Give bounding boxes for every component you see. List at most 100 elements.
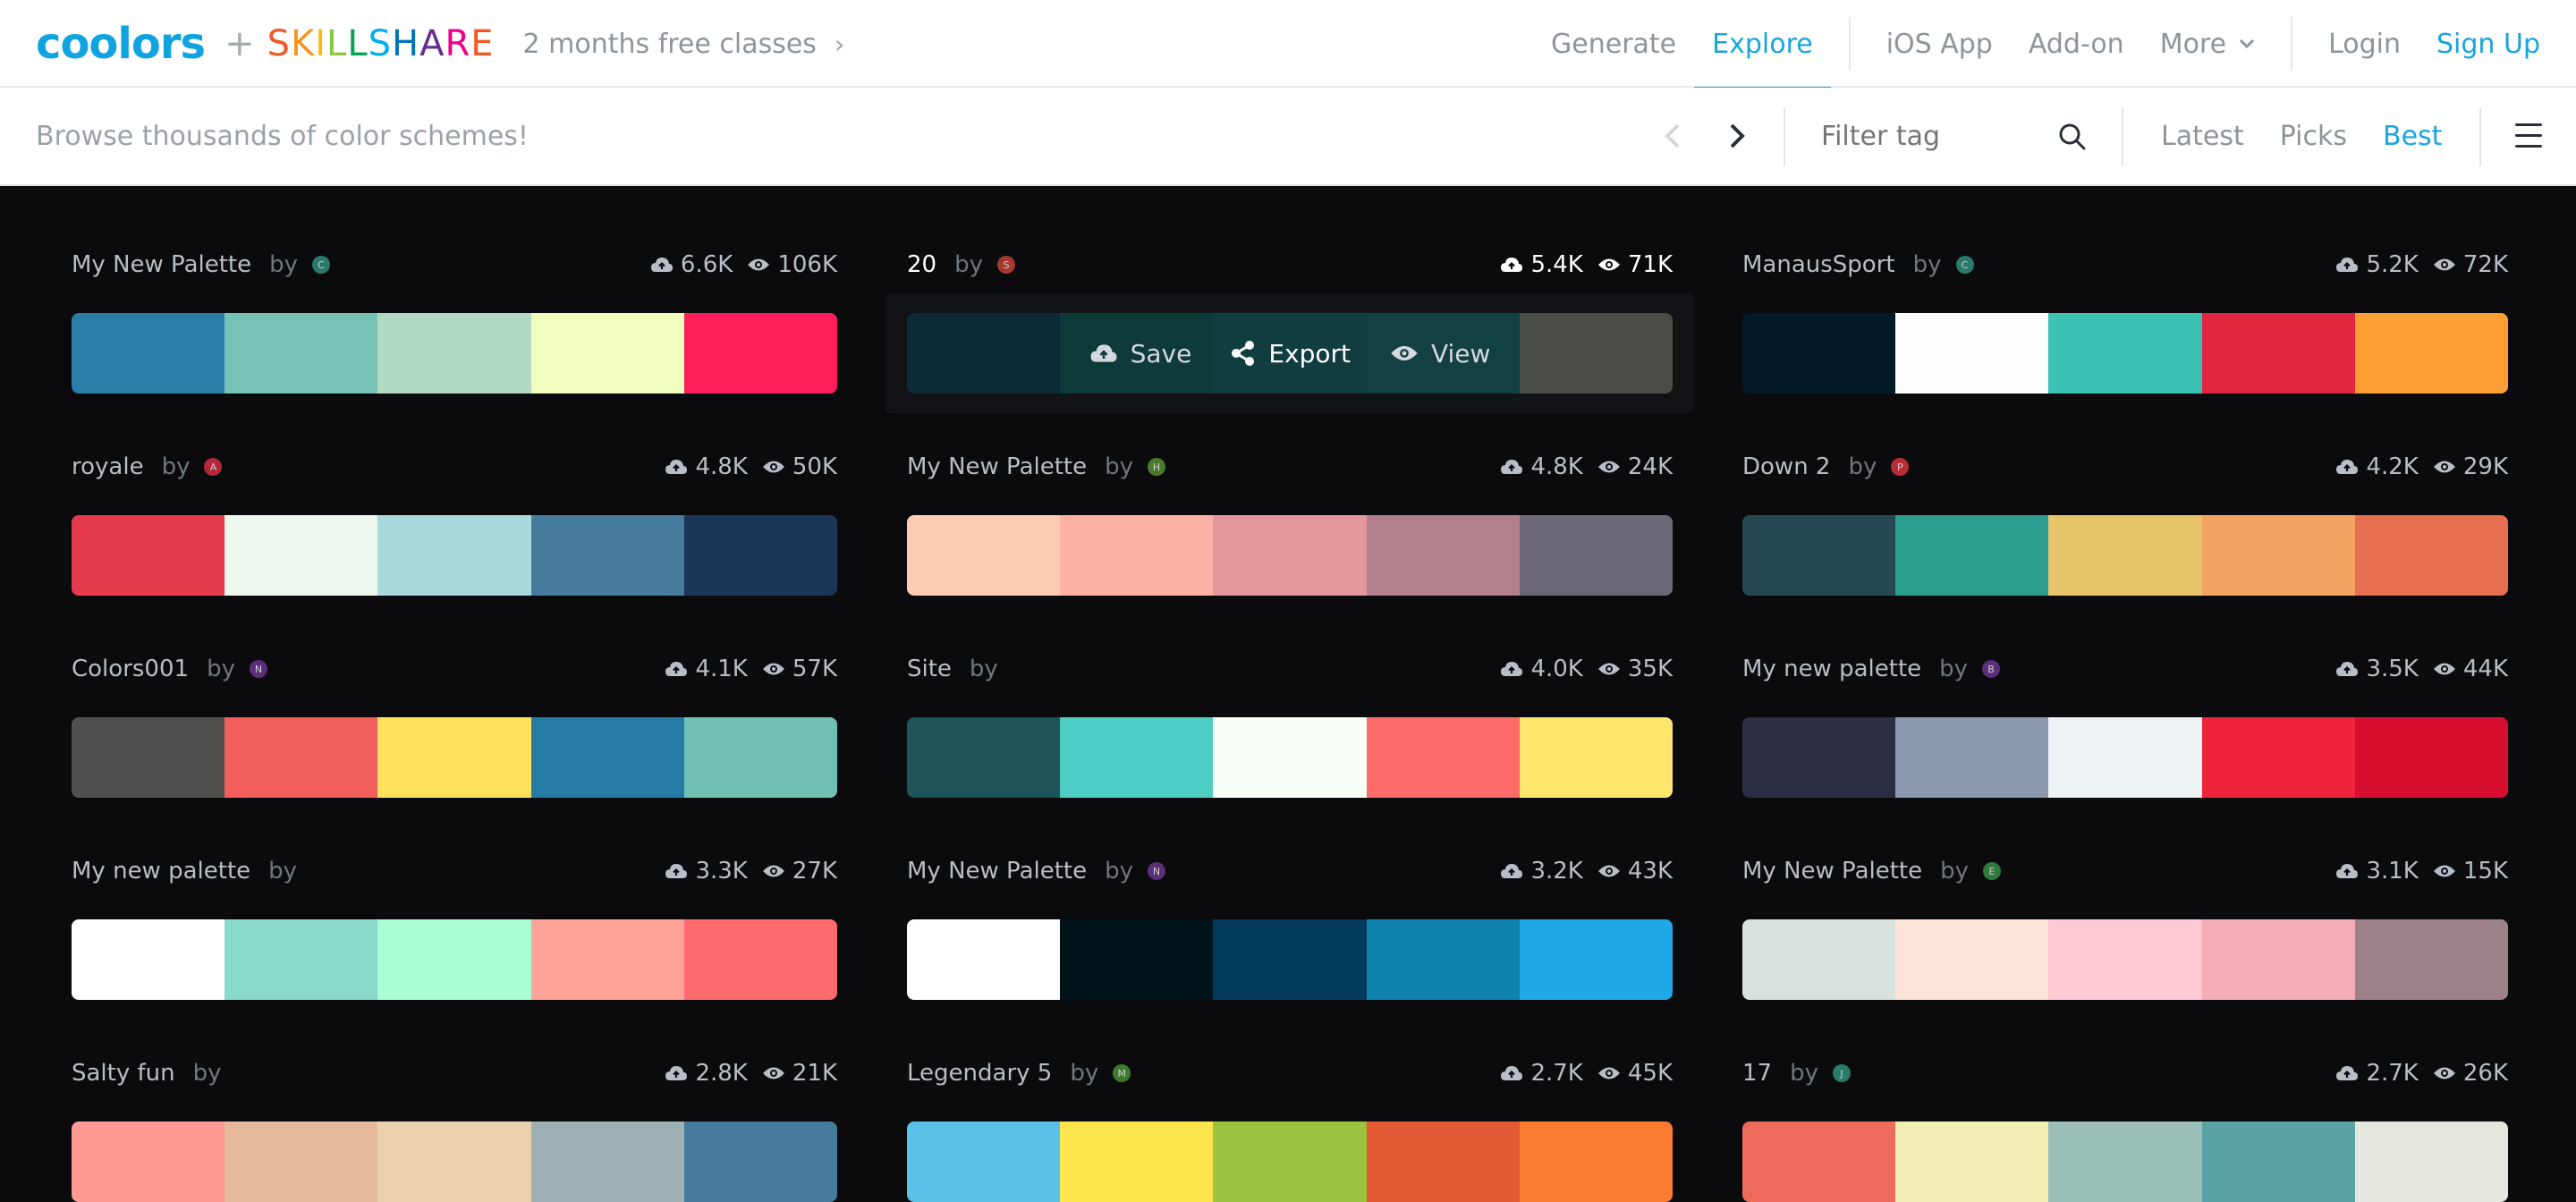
palette-swatches[interactable]	[907, 1122, 1673, 1202]
author-avatar[interactable]: H	[1148, 458, 1165, 476]
sort-best[interactable]: Best	[2383, 121, 2442, 152]
author-avatar[interactable]: P	[1891, 458, 1910, 476]
filter-tag-input[interactable]	[1821, 88, 2036, 184]
palette-name[interactable]: My New Palette	[72, 251, 251, 278]
chevron-right-icon[interactable]	[1719, 120, 1755, 152]
search-icon[interactable]	[2057, 122, 2088, 152]
color-swatch[interactable]	[72, 1122, 225, 1202]
color-swatch[interactable]	[377, 919, 531, 1000]
color-swatch[interactable]	[377, 1122, 531, 1202]
nav-more[interactable]: More	[2142, 0, 2273, 88]
nav-generate[interactable]: Generate	[1533, 0, 1694, 88]
color-swatch[interactable]	[225, 313, 378, 394]
color-swatch[interactable]	[1519, 919, 1673, 1000]
color-swatch[interactable]	[1213, 1122, 1367, 1202]
palette-name[interactable]: My new palette	[72, 858, 250, 885]
palette-card[interactable]: 17 by J 2.7K 26K	[1742, 1046, 2508, 1202]
author-avatar[interactable]: B	[1982, 660, 2001, 678]
palette-name[interactable]: Legendary 5	[907, 1060, 1052, 1087]
color-swatch[interactable]	[2048, 717, 2202, 798]
color-swatch[interactable]	[683, 1122, 837, 1202]
color-swatch[interactable]	[1742, 717, 1896, 798]
palette-swatches[interactable]	[72, 515, 837, 596]
palette-card[interactable]: Salty fun by 2.8K 21K	[72, 1046, 837, 1202]
color-swatch[interactable]	[2048, 919, 2202, 1000]
author-avatar[interactable]: N	[249, 660, 267, 678]
color-swatch[interactable]	[2354, 919, 2508, 1000]
palette-swatches[interactable]	[1742, 313, 2508, 394]
color-swatch[interactable]	[2201, 1122, 2355, 1202]
color-swatch[interactable]	[2048, 515, 2202, 596]
color-swatch[interactable]	[907, 919, 1061, 1000]
palette-card[interactable]: My New Palette by E 3.1K 15K	[1742, 844, 2508, 1000]
color-swatch[interactable]	[1213, 515, 1367, 596]
color-swatch[interactable]	[72, 717, 225, 798]
color-swatch[interactable]	[225, 717, 378, 798]
author-avatar[interactable]: N	[1148, 862, 1165, 880]
sort-latest[interactable]: Latest	[2161, 121, 2244, 152]
color-swatch[interactable]	[683, 919, 837, 1000]
color-swatch[interactable]	[225, 1122, 378, 1202]
author-avatar[interactable]: E	[1983, 862, 2001, 880]
palette-name[interactable]: My New Palette	[907, 453, 1087, 480]
color-swatch[interactable]	[1366, 1122, 1520, 1202]
palette-name[interactable]: Colors001	[72, 656, 189, 682]
palette-name[interactable]: Site	[907, 656, 952, 682]
color-swatch[interactable]	[1366, 717, 1520, 798]
color-swatch[interactable]	[2201, 919, 2355, 1000]
color-swatch[interactable]	[1895, 919, 2049, 1000]
author-avatar[interactable]: M	[1113, 1064, 1131, 1082]
color-swatch[interactable]	[377, 515, 531, 596]
palette-swatches[interactable]	[72, 717, 837, 798]
color-swatch[interactable]	[2354, 1122, 2508, 1202]
color-swatch[interactable]	[530, 515, 684, 596]
palette-name[interactable]: Down 2	[1742, 453, 1830, 480]
palette-swatches[interactable]	[1742, 1122, 2508, 1202]
palette-card[interactable]: royale by A 4.8K 50K	[72, 440, 837, 596]
color-swatch[interactable]	[1895, 313, 2049, 394]
color-swatch[interactable]	[907, 1122, 1061, 1202]
color-swatch[interactable]	[1895, 717, 2049, 798]
chevron-left-icon[interactable]	[1655, 120, 1690, 152]
export-button[interactable]: Export	[1231, 339, 1351, 368]
color-swatch[interactable]	[1366, 919, 1520, 1000]
sort-picks[interactable]: Picks	[2280, 121, 2347, 152]
author-avatar[interactable]: C	[312, 256, 330, 274]
palette-swatches[interactable]	[1742, 515, 2508, 596]
color-swatch[interactable]	[2354, 515, 2508, 596]
color-swatch[interactable]	[1366, 515, 1520, 596]
color-swatch[interactable]	[2201, 313, 2355, 394]
palette-name[interactable]: 17	[1742, 1060, 1772, 1087]
color-swatch[interactable]	[225, 515, 378, 596]
palette-swatches[interactable]	[907, 717, 1673, 798]
palette-card[interactable]: Site by 4.0K 35K	[907, 642, 1673, 798]
color-swatch[interactable]	[530, 1122, 684, 1202]
color-swatch[interactable]	[72, 919, 225, 1000]
save-button[interactable]: Save	[1089, 339, 1191, 368]
nav-ios-app[interactable]: iOS App	[1868, 0, 2011, 88]
palette-name[interactable]: My New Palette	[1742, 858, 1922, 885]
palette-card[interactable]: Colors001 by N 4.1K 57K	[72, 642, 837, 798]
color-swatch[interactable]	[2354, 717, 2508, 798]
palette-name[interactable]: 20	[907, 251, 936, 278]
palette-card[interactable]: My New Palette by H 4.8K 24K	[907, 440, 1673, 596]
palette-swatches[interactable]	[1742, 919, 2508, 1000]
color-swatch[interactable]	[377, 717, 531, 798]
color-swatch[interactable]	[1213, 717, 1367, 798]
palette-card[interactable]: Legendary 5 by M 2.7K 45K	[907, 1046, 1673, 1202]
palette-card[interactable]: My new palette by B 3.5K 44K	[1742, 642, 2508, 798]
palette-swatches[interactable]	[907, 515, 1673, 596]
author-avatar[interactable]: S	[996, 256, 1015, 274]
palette-name[interactable]: My New Palette	[907, 858, 1087, 885]
color-swatch[interactable]	[2048, 1122, 2202, 1202]
palette-swatches[interactable]	[72, 1122, 837, 1202]
palette-name[interactable]: ManausSport	[1742, 251, 1895, 278]
color-swatch[interactable]	[1060, 919, 1214, 1000]
palette-swatches[interactable]	[72, 919, 837, 1000]
color-swatch[interactable]	[2354, 313, 2508, 394]
nav-login[interactable]: Login	[2310, 0, 2419, 88]
palette-name[interactable]: royale	[72, 453, 144, 480]
color-swatch[interactable]	[2201, 515, 2355, 596]
color-swatch[interactable]	[683, 313, 837, 394]
palette-name[interactable]: Salty fun	[72, 1060, 175, 1087]
